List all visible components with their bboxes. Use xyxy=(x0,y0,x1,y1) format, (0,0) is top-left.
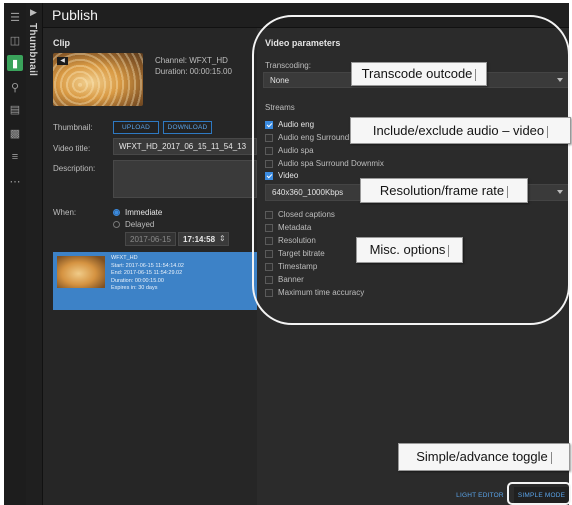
layout-icon[interactable]: ◫ xyxy=(7,32,23,48)
clip-info: Channel: WFXT_HD Duration: 00:00:15.00 xyxy=(155,55,232,77)
thumbnail-strip[interactable]: ▶ Thumbnail xyxy=(26,3,43,505)
clip-card-details: WFXT_HD Start: 2017-06-15 11:54:14.02 En… xyxy=(111,255,184,293)
clip-card-expires: Expires in: 30 days xyxy=(111,285,158,291)
queue-icon[interactable]: ≡ xyxy=(7,149,23,165)
clip-badge-icon: ◀ xyxy=(57,57,68,65)
more-icon[interactable]: ⋯ xyxy=(7,173,23,189)
date-field[interactable]: 2017-06-15 xyxy=(125,232,176,246)
expand-arrow-icon[interactable]: ▶ xyxy=(30,7,37,18)
download-button[interactable]: DOWNLOAD xyxy=(163,121,212,134)
menu-icon[interactable]: ☰ xyxy=(7,9,23,25)
bookmark-icon[interactable]: ▮ xyxy=(7,55,23,71)
thumbnail-strip-label: Thumbnail xyxy=(27,23,38,77)
video-title-label: Video title: xyxy=(53,144,91,153)
callout-resolution: Resolution/frame rate xyxy=(360,178,528,203)
clip-panel: Clip ◀ Channel: WFXT_HD Duration: 00:00:… xyxy=(43,28,257,505)
light-editor-button[interactable]: LIGHT EDITOR xyxy=(452,487,508,505)
clip-card-duration: Duration: 00:00:15.00 xyxy=(111,277,164,284)
clip-card-start: Start: 2017-06-15 11:54:14.02 xyxy=(111,262,184,269)
description-label: Description: xyxy=(53,164,96,173)
clip-thumbnail-image: ◀ xyxy=(53,53,143,106)
callout-toggle: Simple/advance toggle xyxy=(398,443,570,471)
clip-card-name: WFXT_HD xyxy=(111,255,138,261)
clip-card-thumbnail xyxy=(57,256,105,288)
description-field[interactable] xyxy=(113,160,257,198)
thumbnail-label: Thumbnail: xyxy=(53,123,93,132)
immediate-radio[interactable] xyxy=(113,209,120,216)
page-title: Publish xyxy=(52,7,98,23)
callout-audio-video: Include/exclude audio – video xyxy=(350,117,571,144)
callout-transcode: Transcode outcode xyxy=(351,62,487,86)
search-icon[interactable]: ⚲ xyxy=(7,79,23,95)
clip-card-end: End: 2017-06-15 11:54:29.02 xyxy=(111,270,183,276)
duration-text: Duration: 00:00:15.00 xyxy=(155,67,232,76)
upload-button[interactable]: UPLOAD xyxy=(113,121,159,134)
simple-mode-highlight-ring xyxy=(507,482,571,505)
delayed-radio[interactable] xyxy=(113,221,120,228)
clip-card[interactable]: WFXT_HD Start: 2017-06-15 11:54:14.02 En… xyxy=(53,252,257,310)
when-label: When: xyxy=(53,208,77,217)
publish-icon[interactable]: ▩ xyxy=(7,125,23,141)
time-stepper-icon[interactable]: ⇕ xyxy=(219,234,226,243)
delayed-label: Delayed xyxy=(125,220,155,229)
immediate-label: Immediate xyxy=(125,208,163,217)
video-title-field[interactable]: WFXT_HD_2017_06_15_11_54_13 xyxy=(113,138,257,155)
clip-section-title: Clip xyxy=(53,38,70,48)
channel-text: Channel: WFXT_HD xyxy=(155,56,228,65)
callout-misc: Misc. options xyxy=(356,237,463,263)
left-icon-rail: ☰ ◫ ▮ ⚲ ▤ ▩ ≡ ⋯ xyxy=(4,3,26,505)
list-icon[interactable]: ▤ xyxy=(7,101,23,117)
